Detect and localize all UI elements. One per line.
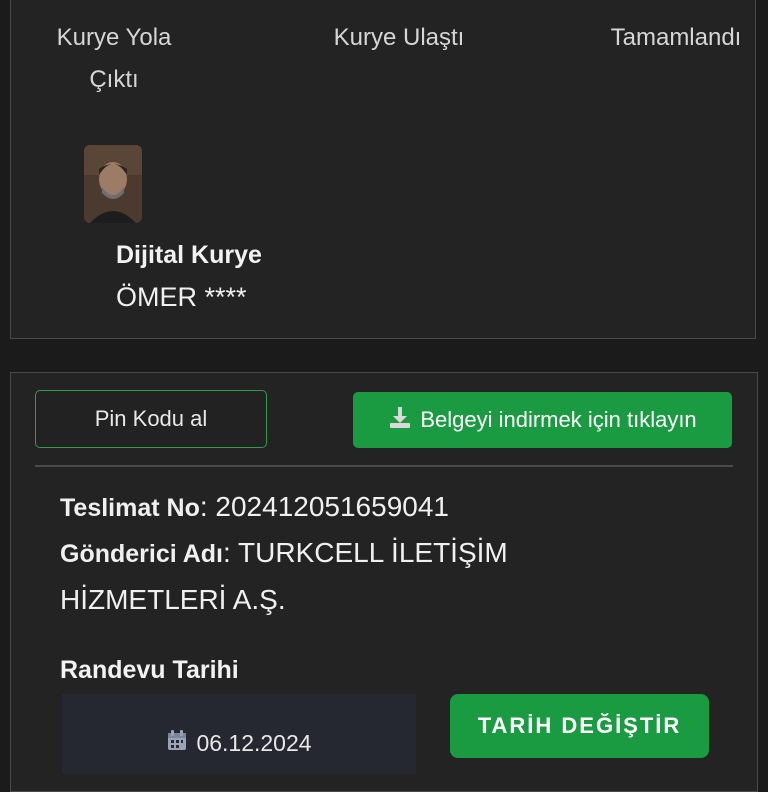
step-courier-on-way: Kurye Yola Çıktı [56, 24, 172, 93]
delivery-number-value: 202412051659041 [215, 491, 449, 522]
appointment-date-field[interactable]: 06.12.2024 [62, 694, 416, 774]
courier-title: Dijital Kurye [116, 241, 262, 269]
step-completed: Tamamlandı [610, 24, 742, 51]
appointment-label: Randevu Tarihi [60, 656, 239, 684]
calendar-icon [166, 729, 188, 757]
sender-name: Gönderici Adı: TURKCELL İLETİŞİM HİZMETL… [60, 537, 508, 615]
courier-name: ÖMER **** [116, 282, 247, 312]
step-courier-arrived: Kurye Ulaştı [333, 24, 465, 51]
delivery-number: Teslimat No: 202412051659041 [60, 491, 449, 522]
change-date-label: TARİH DEĞİŞTİR [477, 713, 682, 738]
delivery-number-label: Teslimat No [60, 494, 200, 522]
get-pin-label: Pin Kodu al [94, 406, 208, 431]
download-label: Belgeyi indirmek için tıklayın [420, 407, 697, 432]
sender-label: Gönderici Adı [60, 540, 223, 568]
appointment-date-value: 06.12.2024 [196, 729, 312, 756]
divider [35, 465, 733, 467]
courier-avatar [84, 145, 142, 223]
get-pin-button[interactable]: Pin Kodu al [35, 390, 267, 448]
download-icon [388, 405, 412, 435]
download-document-button[interactable]: Belgeyi indirmek için tıklayın [353, 392, 732, 448]
change-date-button[interactable]: TARİH DEĞİŞTİR [450, 694, 709, 758]
